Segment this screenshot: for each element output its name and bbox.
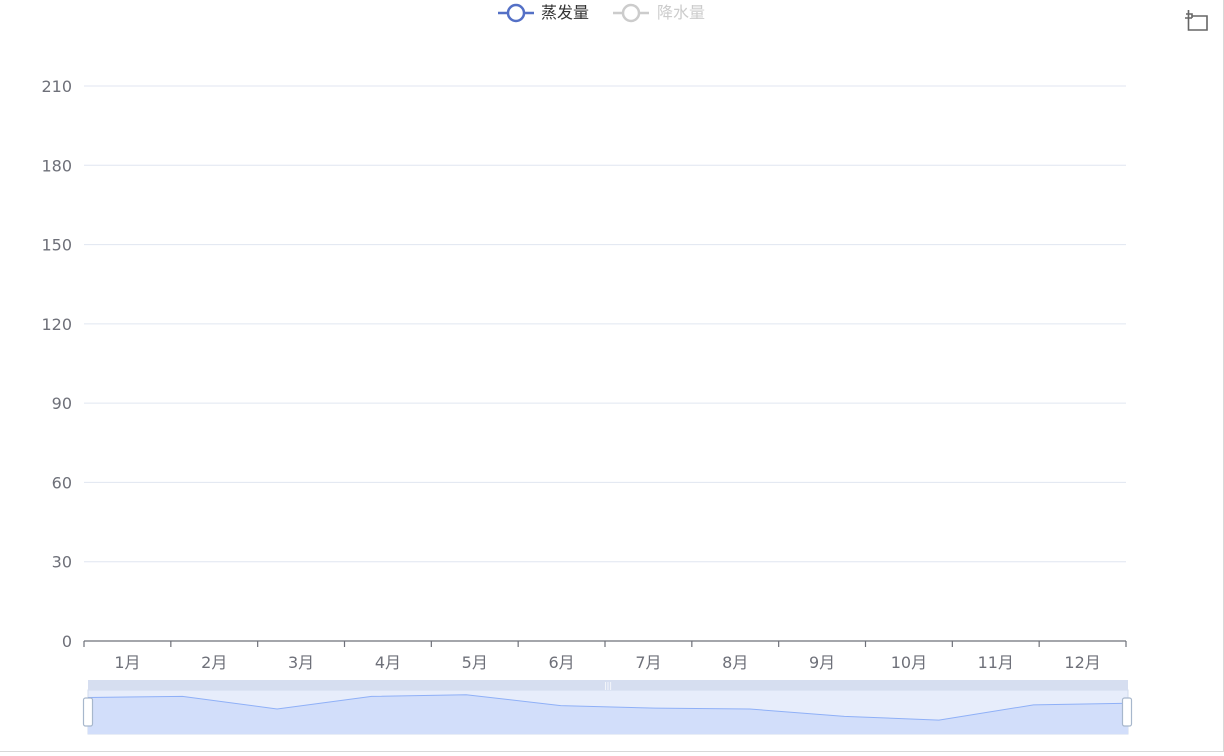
x-tick-label: 6月 — [548, 653, 574, 672]
legend: 蒸发量 降水量 — [498, 3, 705, 23]
crop-icon[interactable] — [1185, 10, 1208, 31]
x-tick-label: 2月 — [201, 653, 227, 672]
legend-item-evaporation[interactable]: 蒸发量 — [498, 3, 589, 23]
x-tick-label: 3月 — [288, 653, 314, 672]
x-tick-label: 10月 — [891, 653, 927, 672]
y-tick-label: 90 — [52, 394, 72, 413]
x-tick-label: 8月 — [722, 653, 748, 672]
y-tick-label: 30 — [52, 553, 72, 572]
x-tick-label: 1月 — [114, 653, 140, 672]
legend-marker — [621, 3, 641, 23]
data-zoom-handle-left[interactable] — [82, 697, 94, 727]
y-tick-label: 150 — [41, 236, 72, 255]
y-tick-label: 60 — [52, 473, 72, 492]
x-tick-label: 7月 — [635, 653, 661, 672]
legend-label: 蒸发量 — [541, 3, 589, 22]
x-axis-labels: 1月 2月 3月 4月 5月 6月 7月 8月 9月 10月 11月 12月 — [114, 653, 1100, 672]
x-tick-label: 11月 — [978, 653, 1014, 672]
y-tick-label: 0 — [62, 632, 72, 651]
x-tick-label: 5月 — [462, 653, 488, 672]
legend-label: 降水量 — [657, 3, 705, 22]
legend-marker — [506, 3, 526, 23]
y-tick-label: 180 — [41, 156, 72, 175]
x-tick-label: 4月 — [375, 653, 401, 672]
chart-container: 蒸发量 降水量 0 30 60 90 120 150 180 210 1月 2月 3月 4月 5月 6月… — [0, 0, 1224, 752]
y-tick-label: 210 — [41, 77, 72, 96]
data-zoom-handle-right[interactable] — [1121, 697, 1133, 727]
x-tick-label: 12月 — [1064, 653, 1100, 672]
x-axis — [83, 640, 1127, 647]
chart-svg: 蒸发量 降水量 0 30 60 90 120 150 180 210 1月 2月 3月 4月 5月 6月… — [41, 3, 1208, 735]
data-zoom-grip-icon[interactable]: ||| — [604, 681, 612, 690]
y-tick-label: 120 — [41, 315, 72, 334]
grid-lines — [84, 85, 1126, 563]
x-tick-label: 9月 — [809, 653, 835, 672]
legend-item-precipitation[interactable]: 降水量 — [613, 3, 705, 23]
data-zoom-slider[interactable]: ||| — [82, 680, 1133, 735]
y-axis-labels: 0 30 60 90 120 150 180 210 — [41, 77, 72, 651]
